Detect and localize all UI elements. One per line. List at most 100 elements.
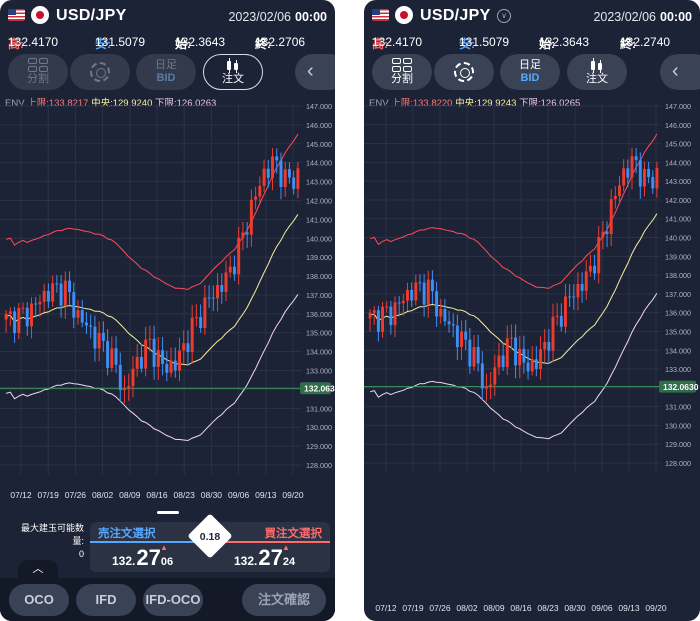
candle-body xyxy=(651,177,655,189)
candle-body xyxy=(237,237,241,275)
max-lot: 最大建玉可能数量: 0 xyxy=(14,522,84,561)
x-tick-label: 08/30 xyxy=(564,603,586,613)
candle-body xyxy=(194,317,198,319)
x-tick-label: 08/09 xyxy=(483,603,505,613)
candle-body xyxy=(630,156,634,178)
candle-body xyxy=(426,279,430,305)
y-tick-label: 133.000 xyxy=(665,365,691,374)
split-button[interactable]: 分割 xyxy=(8,54,68,90)
candle-body xyxy=(530,359,534,372)
candle-body xyxy=(51,283,55,302)
y-tick-label: 141.000 xyxy=(665,215,691,224)
candle-body xyxy=(186,343,190,353)
candle-body xyxy=(287,169,291,178)
candle-body xyxy=(514,337,518,366)
candle-body xyxy=(169,360,173,373)
candle-body xyxy=(414,282,418,301)
split-label: 分割 xyxy=(27,73,49,85)
envelope-mid-line xyxy=(5,214,299,366)
candle-body xyxy=(418,282,422,284)
candle-body xyxy=(389,306,393,326)
settings-button[interactable] xyxy=(70,54,130,90)
currency-pair[interactable]: USD/JPY xyxy=(56,7,127,25)
candle-body xyxy=(4,313,8,320)
candle-body xyxy=(393,302,397,326)
candle-body xyxy=(534,359,538,369)
ifd-oco-button[interactable]: IFD-OCO xyxy=(143,584,203,616)
buy-order-button[interactable]: 買注文選択 ▲ 132.2724 xyxy=(210,522,330,572)
oco-button[interactable]: OCO xyxy=(9,584,69,616)
us-flag-icon xyxy=(8,9,25,21)
candle-body xyxy=(262,168,266,186)
jp-flag-icon xyxy=(395,6,413,24)
y-tick-label: 145.000 xyxy=(665,140,691,149)
price-chart[interactable]: 147.000 146.000 145.000 144.000 143.000 142.0… xyxy=(0,104,335,504)
candle-body xyxy=(148,338,152,340)
order-button[interactable]: 注文 xyxy=(203,54,263,90)
price-chart[interactable]: 147.000 146.000 145.000 144.000 143.000 142.0… xyxy=(364,104,700,621)
split-button[interactable]: 分割 xyxy=(372,54,432,90)
candle-body xyxy=(182,343,186,351)
y-tick-label: 146.000 xyxy=(665,121,691,130)
candle-body xyxy=(190,317,194,353)
candle-body xyxy=(139,356,143,369)
order-confirm-button[interactable]: 注文確認 xyxy=(242,584,326,616)
candle-body xyxy=(572,296,576,298)
x-tick-label: 08/16 xyxy=(146,490,168,500)
max-lot-value: 0 xyxy=(78,549,84,559)
envelope-upper-line xyxy=(5,133,299,290)
candle-body xyxy=(106,340,110,368)
datetime: 2023/02/06 00:00 xyxy=(593,10,692,24)
candle-body xyxy=(30,303,33,327)
candle-body xyxy=(279,160,283,187)
y-tick-label: 130.000 xyxy=(306,423,332,432)
candle-body xyxy=(435,291,439,317)
y-tick-label: 129.000 xyxy=(665,440,691,449)
candle-body xyxy=(241,232,245,238)
candle-body xyxy=(464,331,468,340)
candle-body xyxy=(110,348,114,368)
candle-body xyxy=(613,196,617,200)
settings-button[interactable] xyxy=(434,54,494,90)
candle-body xyxy=(123,387,126,391)
chevron-down-icon[interactable]: ∨ xyxy=(497,9,511,23)
candle-body xyxy=(655,167,659,189)
y-tick-label: 137.000 xyxy=(306,291,332,300)
candle-body xyxy=(59,283,63,306)
order-button[interactable]: 注文 xyxy=(567,54,627,90)
candle-body xyxy=(368,312,372,319)
y-tick-label: 131.000 xyxy=(665,403,691,412)
x-tick-label: 09/13 xyxy=(618,603,640,613)
ifd-button[interactable]: IFD xyxy=(76,584,136,616)
drag-handle[interactable] xyxy=(157,511,179,514)
y-tick-label: 129.000 xyxy=(306,442,332,451)
chevron-left-icon[interactable]: ‹ xyxy=(660,54,700,90)
timeframe-button[interactable]: 日足 BID xyxy=(136,54,196,90)
close-value: 132.2706 xyxy=(255,35,306,49)
y-tick-label: 141.000 xyxy=(306,215,332,224)
chevron-up-icon[interactable]: ︿ xyxy=(18,560,58,578)
toolbar: 分割 日足 BID 注文 ‹ xyxy=(364,52,700,92)
candle-body xyxy=(476,346,480,364)
candle-body xyxy=(25,307,29,327)
timeframe-button[interactable]: 日足 BID xyxy=(500,54,560,90)
up-triangle-icon: ▲ xyxy=(282,543,290,552)
y-tick-label: 139.000 xyxy=(665,252,691,261)
candle-body xyxy=(8,311,12,314)
candle-body xyxy=(199,317,203,329)
candle-body xyxy=(152,338,156,367)
y-tick-label: 147.000 xyxy=(665,104,691,111)
candle-body xyxy=(430,279,434,292)
candle-body xyxy=(451,324,455,326)
candle-body xyxy=(13,311,17,334)
candle-body xyxy=(266,168,270,178)
x-tick-label: 08/23 xyxy=(174,490,196,500)
chevron-left-icon[interactable]: ‹ xyxy=(295,54,335,90)
jp-flag-icon xyxy=(31,6,49,24)
envelope-lower-line xyxy=(5,294,299,442)
currency-pair[interactable]: USD/JPY xyxy=(420,7,491,25)
y-tick-label: 139.000 xyxy=(306,253,332,262)
candle-body xyxy=(216,285,220,299)
candle-body xyxy=(292,177,296,189)
candles-icon xyxy=(588,57,606,73)
